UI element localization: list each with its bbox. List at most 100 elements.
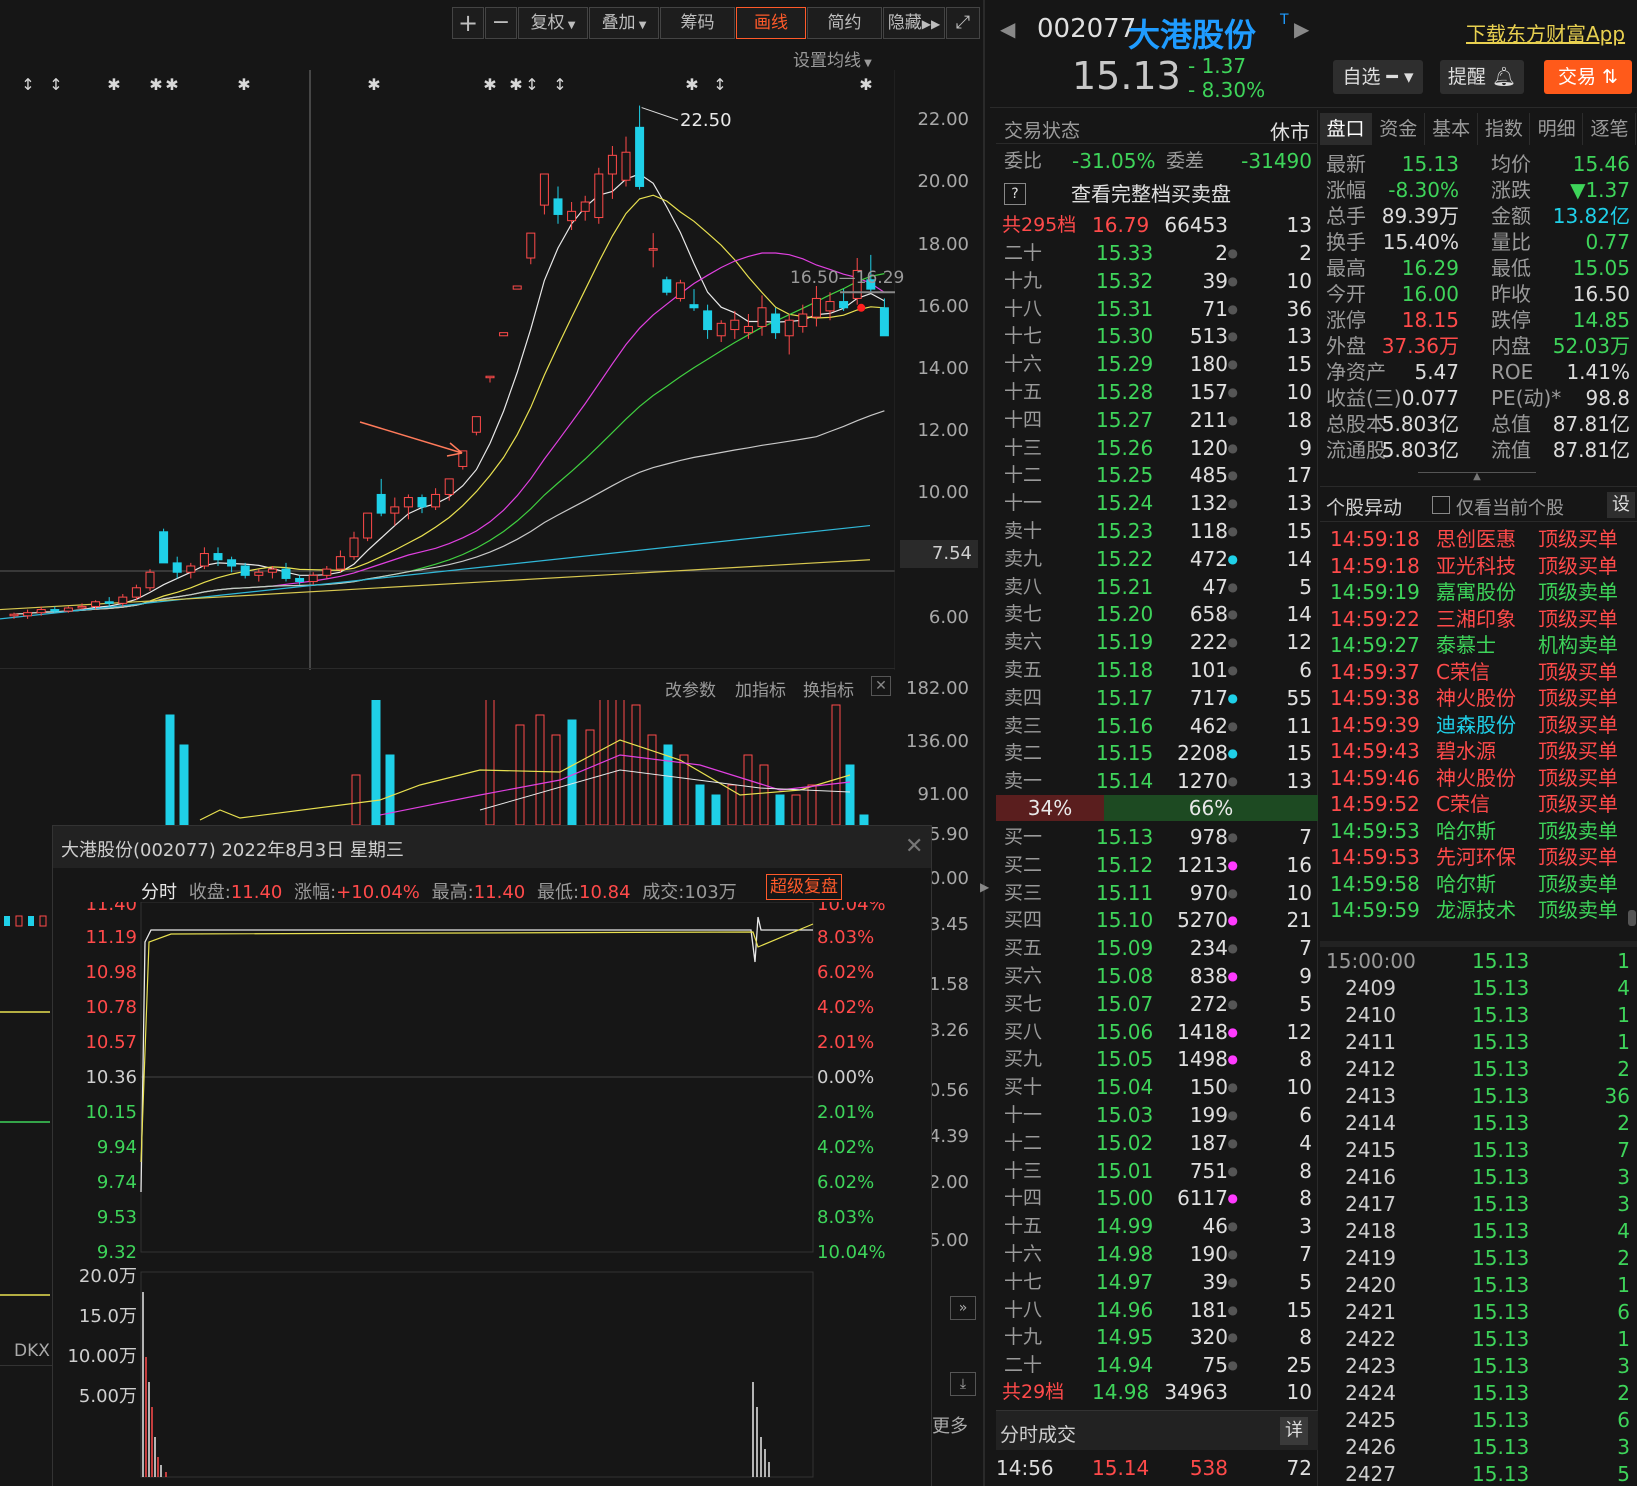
intraday-popup[interactable]: 大港股份(002077) 2022年8月3日 星期三 ✕ 分时 收盘:11.40… <box>52 825 932 1486</box>
candle[interactable] <box>172 556 182 579</box>
candle[interactable] <box>689 289 699 311</box>
event-marker-icon[interactable]: ✱ <box>483 75 496 94</box>
buy-row[interactable]: 买九 15.05 1498 ● 8 <box>996 1045 1318 1073</box>
next-stock-button[interactable]: ▶ <box>1294 17 1309 41</box>
event-marker-icon[interactable]: ↕ <box>21 75 34 94</box>
sell-row[interactable]: 十六 15.29 180 ● 15 <box>996 350 1318 378</box>
buy-row[interactable]: 十四 15.00 6117 ● 8 <box>996 1184 1318 1212</box>
alert-row[interactable]: 14:59:46 神火股份 顶级买单 <box>1326 765 1626 792</box>
alert-row[interactable]: 14:59:37 C荣信 顶级买单 <box>1326 659 1626 686</box>
alert-row[interactable]: 14:59:52 C荣信 顶级买单 <box>1326 791 1626 818</box>
alert-row[interactable]: 14:59:43 碧水源 顶级买单 <box>1326 738 1626 765</box>
alert-stock[interactable]: 碧水源 <box>1436 738 1496 765</box>
candle[interactable] <box>376 478 386 517</box>
sell-row[interactable]: 十一 15.24 132 ● 13 <box>996 489 1318 517</box>
alert-row[interactable]: 14:59:53 哈尔斯 顶级卖单 <box>1326 818 1626 845</box>
candle[interactable] <box>567 202 577 230</box>
sell-row[interactable]: 十四 15.27 211 ● 18 <box>996 406 1318 434</box>
buy-row[interactable]: 买四 15.10 5270 ● 21 <box>996 906 1318 934</box>
candle[interactable] <box>743 314 753 339</box>
buy-row[interactable]: 买三 15.11 970 ● 10 <box>996 879 1318 907</box>
candle[interactable] <box>499 332 509 337</box>
alert-row[interactable]: 14:59:22 三湘印象 顶级买单 <box>1326 606 1626 633</box>
buy-row[interactable]: 十八 14.96 181 ● 15 <box>996 1296 1318 1324</box>
help-icon[interactable]: ? <box>1004 183 1026 205</box>
jiaoyi-button[interactable]: 交易 ⇅ <box>1544 60 1632 94</box>
only-current-label[interactable]: 仅看当前个股 <box>1456 494 1564 520</box>
alert-row[interactable]: 14:59:18 亚光科技 顶级买单 <box>1326 553 1626 580</box>
event-marker-icon[interactable]: ↕ <box>553 75 566 94</box>
alerts-scrollbar[interactable] <box>1628 910 1636 926</box>
candle[interactable] <box>485 375 495 383</box>
tab-2[interactable]: 基本 <box>1426 113 1478 145</box>
alert-stock[interactable]: 泰慕士 <box>1436 632 1496 659</box>
candle[interactable] <box>580 195 590 221</box>
event-marker-icon[interactable]: ✱ <box>165 75 178 94</box>
candle[interactable] <box>621 136 631 187</box>
zoom-out-button[interactable]: − <box>485 7 517 39</box>
jianyue-button[interactable]: 简约 <box>807 7 882 39</box>
prev-stock-button[interactable]: ◀ <box>1000 17 1015 41</box>
event-marker-icon[interactable]: ✱ <box>685 75 698 94</box>
event-marker-icon[interactable]: ↕ <box>713 75 726 94</box>
candle[interactable] <box>716 320 726 342</box>
full-orderbook-row[interactable]: ? 查看完整档买卖盘 <box>996 178 1318 210</box>
alert-stock[interactable]: 哈尔斯 <box>1436 871 1496 898</box>
huanzhibiao-button[interactable]: 换指标 <box>803 676 854 701</box>
candle[interactable] <box>281 562 291 582</box>
event-marker-icon[interactable]: ✱ <box>107 75 120 94</box>
candle[interactable] <box>240 562 250 579</box>
alert-stock[interactable]: C荣信 <box>1436 791 1490 818</box>
candle[interactable] <box>417 494 427 514</box>
buy-row[interactable]: 十六 14.98 190 ● 7 <box>996 1240 1318 1268</box>
alert-row[interactable]: 14:59:59 龙源技术 顶级卖单 <box>1326 897 1626 924</box>
alert-row[interactable]: 14:59:18 思创医惠 顶级买单 <box>1326 526 1626 553</box>
candle[interactable] <box>771 307 781 339</box>
candle[interactable] <box>199 547 209 570</box>
sell-row[interactable]: 卖八 15.21 47 ● 5 <box>996 573 1318 601</box>
zixuan-button[interactable]: 自选 ━ ▾ <box>1333 60 1423 94</box>
sell-row[interactable]: 十七 15.30 513 ● 13 <box>996 322 1318 350</box>
only-current-checkbox[interactable] <box>1432 496 1450 514</box>
candle[interactable] <box>349 531 359 560</box>
sell-row[interactable]: 卖五 15.18 101 ● 6 <box>996 656 1318 684</box>
gaicanshu-button[interactable]: 改参数 <box>665 676 716 701</box>
event-marker-icon[interactable]: ✱ <box>367 75 380 94</box>
buy-row[interactable]: 买八 15.06 1418 ● 12 <box>996 1018 1318 1046</box>
diejia-button[interactable]: 叠加 ▼ <box>589 7 659 39</box>
candle[interactable] <box>811 286 821 327</box>
sell-row[interactable]: 卖十 15.23 118 ● 15 <box>996 517 1318 545</box>
close-panel-button[interactable]: ✕ <box>871 676 891 696</box>
buy-row[interactable]: 十二 15.02 187 ● 4 <box>996 1129 1318 1157</box>
alert-row[interactable]: 14:59:38 神火股份 顶级买单 <box>1326 685 1626 712</box>
candle[interactable] <box>757 295 767 336</box>
candle[interactable] <box>444 478 454 501</box>
candle[interactable] <box>512 285 522 290</box>
alert-stock[interactable]: 三湘印象 <box>1436 606 1516 633</box>
candle[interactable] <box>635 105 645 190</box>
candle[interactable] <box>118 594 128 607</box>
candle[interactable] <box>227 556 237 573</box>
buy-row[interactable]: 买七 15.07 272 ● 5 <box>996 990 1318 1018</box>
candle[interactable] <box>322 566 332 579</box>
event-marker-icon[interactable]: ✱ <box>859 75 872 94</box>
more-button[interactable]: 更多 <box>932 1412 968 1438</box>
candle[interactable] <box>431 488 441 510</box>
buy-row[interactable]: 十七 14.97 39 ● 5 <box>996 1268 1318 1296</box>
candle[interactable] <box>703 304 713 339</box>
buy-row[interactable]: 十三 15.01 751 ● 8 <box>996 1157 1318 1185</box>
huaxian-button[interactable]: 画线 <box>736 7 806 39</box>
candle[interactable] <box>662 276 672 296</box>
buy-row[interactable]: 十九 14.95 320 ● 8 <box>996 1323 1318 1351</box>
event-marker-icon[interactable]: ✱ <box>509 75 522 94</box>
tixing-button[interactable]: 提醒 🔔︎ <box>1440 60 1524 94</box>
download-data-button[interactable]: ⤓ <box>950 1372 976 1396</box>
alert-stock[interactable]: 神火股份 <box>1436 685 1516 712</box>
alert-row[interactable]: 14:59:27 泰慕士 机构卖单 <box>1326 632 1626 659</box>
alert-stock[interactable]: 先河环保 <box>1436 844 1516 871</box>
candle[interactable] <box>594 167 604 224</box>
kline-chart[interactable]: ↕ ↕ ✱ ✱ ✱ ✱ ✱ ✱ ✱ ↕ ↕ ✱ ↕ ✱ <box>0 70 895 670</box>
event-marker-icon[interactable]: ✱ <box>237 75 250 94</box>
event-marker-icon[interactable]: ↕ <box>525 75 538 94</box>
sell-row[interactable]: 十九 15.32 39 ● 10 <box>996 267 1318 295</box>
